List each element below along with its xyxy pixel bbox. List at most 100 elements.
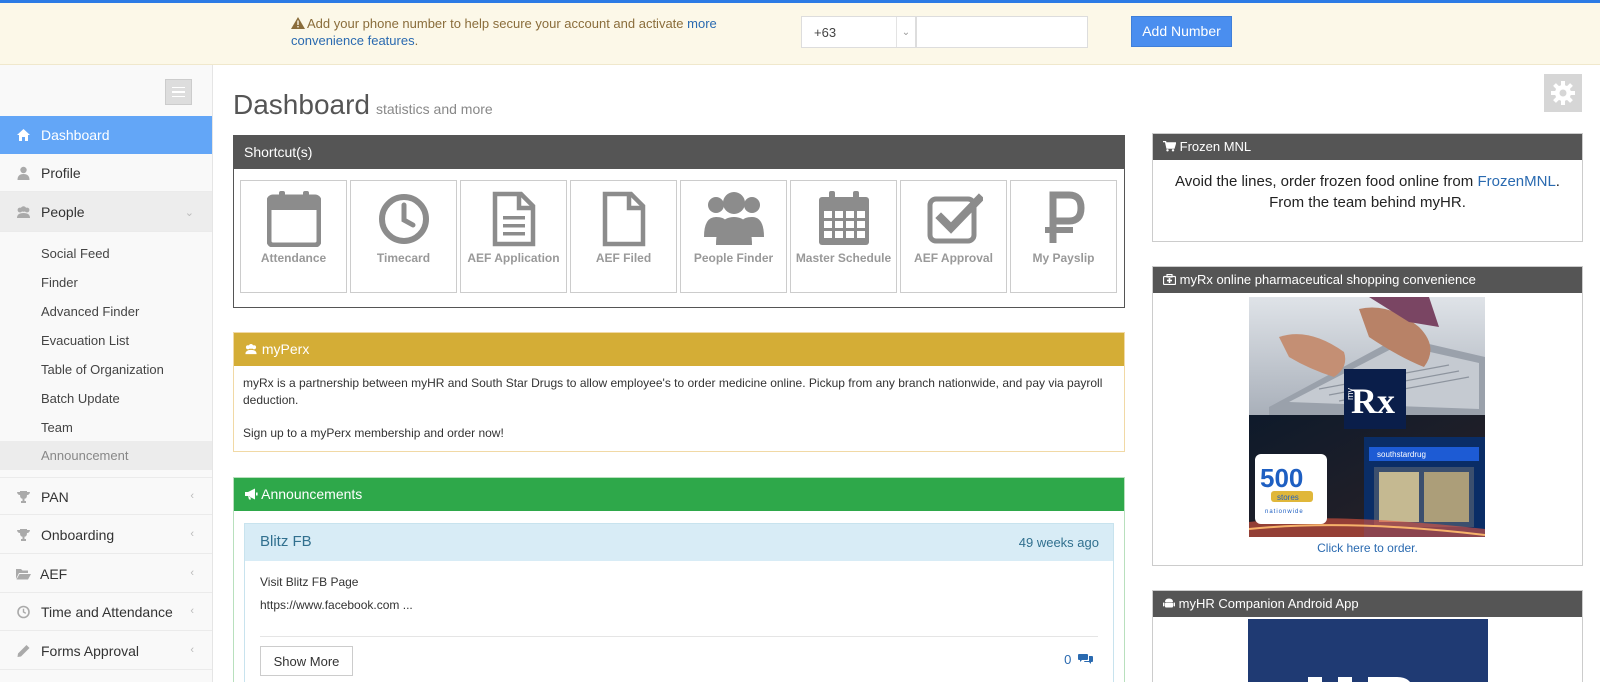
peso-icon	[1045, 191, 1085, 243]
subitem-label: Batch Update	[41, 391, 120, 406]
shortcut-people-finder[interactable]: People Finder	[680, 180, 787, 293]
frozen-mnl-panel: Frozen MNL Avoid the lines, order frozen…	[1152, 133, 1583, 242]
add-number-button[interactable]: Add Number	[1131, 16, 1232, 47]
file-icon	[602, 191, 646, 247]
sidebar-item-label: AEF	[40, 566, 68, 582]
pencil-icon	[17, 645, 30, 657]
sidebar-item-profile[interactable]: Profile	[0, 154, 212, 192]
shortcut-aef-filed[interactable]: AEF Filed	[570, 180, 677, 293]
frozen-mnl-title: Frozen MNL	[1179, 139, 1252, 154]
divider	[260, 636, 1098, 637]
shortcut-label: Timecard	[376, 251, 431, 265]
sidebar-item-label: Profile	[41, 165, 81, 181]
comments-icon	[1078, 654, 1093, 664]
sidebar-subitem-batch-update[interactable]: Batch Update	[0, 384, 212, 413]
my-brand-text: my	[1345, 388, 1355, 400]
sidebar-subitem-team[interactable]: Team	[0, 413, 212, 442]
shortcut-timecard[interactable]: Timecard	[350, 180, 457, 293]
medkit-icon	[1162, 273, 1177, 286]
shortcut-my-payslip[interactable]: My Payslip	[1010, 180, 1117, 293]
cart-icon	[1163, 140, 1177, 152]
post-title-link[interactable]: Blitz FB	[260, 533, 312, 550]
chevron-left-icon: ‹	[190, 605, 194, 617]
bullhorn-icon	[245, 488, 258, 500]
notice-period: .	[414, 33, 419, 48]
people-icon	[704, 192, 764, 245]
sidebar-subitem-table-of-organization[interactable]: Table of Organization	[0, 355, 212, 384]
gear-icon	[1551, 81, 1575, 105]
sidebar-subitem-finder[interactable]: Finder	[0, 268, 212, 297]
sidebar-item-label: People	[41, 204, 85, 220]
shortcut-aef-application[interactable]: AEF Application	[460, 180, 567, 293]
sidebar-item-label: Forms Approval	[41, 643, 140, 659]
myperx-body: myRx is a partnership between myHR and S…	[234, 366, 1124, 451]
shortcut-label: Attendance	[260, 251, 327, 265]
clock-icon	[379, 194, 429, 244]
subitem-label: Finder	[41, 275, 78, 290]
frozenmnl-link[interactable]: FrozenMNL	[1477, 173, 1555, 190]
rx-brand-text: Rx	[1351, 381, 1395, 421]
sidebar-item-onboarding[interactable]: Onboarding ‹	[0, 516, 212, 554]
myrx-title: myRx online pharmaceutical shopping conv…	[1179, 272, 1476, 287]
post-header: Blitz FB 49 weeks ago	[245, 524, 1113, 561]
shortcuts-panel: Shortcut(s) Attendance Timecard AEF Appl…	[233, 135, 1125, 308]
chevron-left-icon: ‹	[190, 644, 194, 656]
sidebar-item-label: PAN	[41, 489, 69, 505]
sidebar-subitem-social-feed[interactable]: Social Feed	[0, 239, 212, 268]
sidebar-item-time-and-attendance[interactable]: Time and Attendance ‹	[0, 593, 212, 631]
android-icon	[1163, 598, 1175, 608]
page-title-text: Dashboard	[233, 89, 370, 120]
myperx-header: myPerx	[234, 333, 1124, 366]
sidebar-item-aef[interactable]: AEF ‹	[0, 555, 212, 593]
companion-app-image[interactable]	[1248, 619, 1488, 682]
sidebar-subitem-evacuation-list[interactable]: Evacuation List	[0, 326, 212, 355]
sidebar-item-forms-approval[interactable]: Forms Approval ‹	[0, 632, 212, 670]
chevron-left-icon: ‹	[190, 528, 194, 540]
myrx-header: myRx online pharmaceutical shopping conv…	[1153, 267, 1582, 293]
subitem-label: Announcement	[41, 448, 129, 463]
myrx-promo-image[interactable]: southstardrug Rx my 500 stores nationwid…	[1249, 297, 1485, 537]
sidebar-toggle-button[interactable]	[165, 79, 192, 105]
check-square-icon	[927, 193, 983, 244]
chevron-left-icon: ‹	[190, 490, 194, 502]
sidebar-item-label: Onboarding	[41, 527, 115, 543]
subitem-label: Evacuation List	[41, 333, 130, 348]
comments-link[interactable]: 0	[1064, 652, 1093, 667]
chevron-left-icon: ‹	[190, 567, 194, 579]
settings-button[interactable]	[1544, 74, 1582, 112]
sidebar-item-label: Dashboard	[41, 127, 110, 143]
companion-app-panel: myHR Companion Android App	[1152, 590, 1583, 682]
trophy-icon	[17, 529, 30, 541]
frozen-text: Avoid the lines, order frozen food onlin…	[1175, 173, 1478, 190]
myperx-description: myRx is a partnership between myHR and S…	[243, 376, 1103, 407]
post-timestamp: 49 weeks ago	[1018, 535, 1099, 550]
shortcut-label: AEF Application	[467, 251, 560, 265]
shortcut-aef-approval[interactable]: AEF Approval	[900, 180, 1007, 293]
sidebar-subitem-announcement[interactable]: Announcement	[0, 441, 212, 470]
phone-notice-text: Add your phone number to help secure you…	[291, 15, 781, 49]
frozen-mnl-body: Avoid the lines, order frozen food onlin…	[1153, 160, 1582, 224]
warning-icon	[291, 17, 305, 29]
phone-notice-bar: Add your phone number to help secure you…	[0, 3, 1600, 65]
shortcut-master-schedule[interactable]: Master Schedule	[790, 180, 897, 293]
users-icon	[17, 206, 30, 218]
sidebar-item-dashboard[interactable]: Dashboard	[0, 116, 212, 154]
sidebar-item-people[interactable]: People ⌄	[0, 192, 212, 232]
shortcut-attendance[interactable]: Attendance	[240, 180, 347, 293]
click-to-order-link[interactable]: Click here to order.	[1153, 541, 1582, 555]
announcements-panel: Announcements Blitz FB 49 weeks ago Visi…	[233, 477, 1125, 682]
sidebar-subitem-advanced-finder[interactable]: Advanced Finder	[0, 297, 212, 326]
shortcut-label: AEF Approval	[914, 251, 993, 265]
show-more-button[interactable]: Show More	[260, 646, 353, 676]
sidebar-item-pan[interactable]: PAN ‹	[0, 477, 212, 515]
companion-app-title: myHR Companion Android App	[1178, 596, 1359, 611]
country-code-select[interactable]: +63 ⌄	[801, 16, 916, 48]
myperx-panel: myPerx myRx is a partnership between myH…	[233, 332, 1125, 452]
nationwide-text: nationwide	[1265, 509, 1304, 515]
schedule-icon	[819, 191, 869, 245]
announcements-title: Announcements	[261, 486, 363, 502]
notice-message: Add your phone number to help secure you…	[307, 16, 688, 31]
home-icon	[17, 129, 30, 141]
myperx-cta: Sign up to a myPerx membership and order…	[243, 426, 504, 440]
phone-number-input[interactable]	[916, 16, 1088, 48]
